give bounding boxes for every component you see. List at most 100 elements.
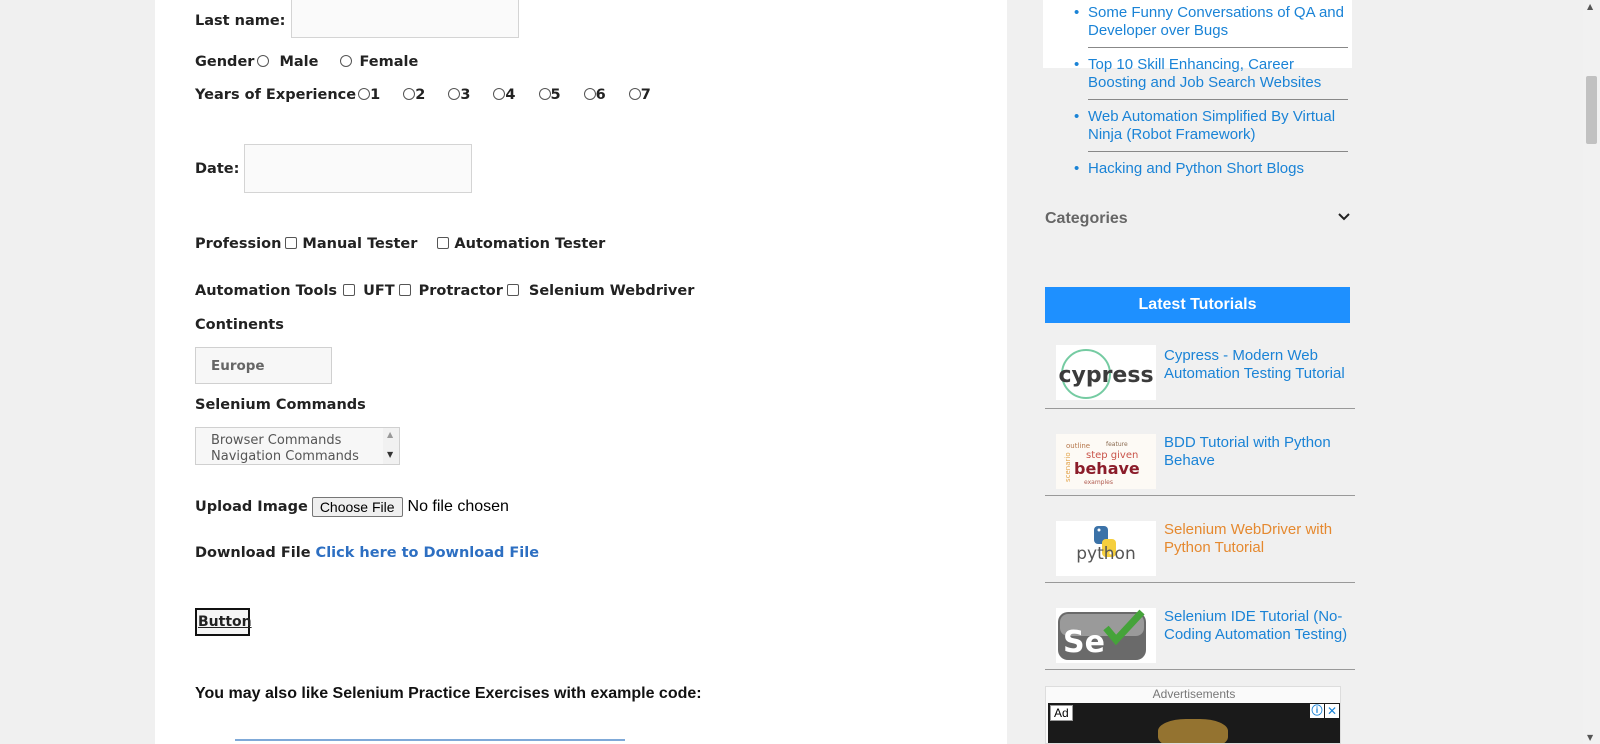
automation-tester-label: Automation Tester bbox=[454, 236, 606, 252]
experience-row: Years of Experience 1 2 3 4 5 6 7 bbox=[195, 87, 651, 103]
continents-row: Continents bbox=[195, 317, 284, 333]
protractor-checkbox[interactable] bbox=[398, 283, 411, 296]
experience-option-5: 5 bbox=[550, 87, 561, 103]
scroll-up-icon[interactable]: ▲ bbox=[1587, 2, 1593, 11]
svg-text:cypress: cypress bbox=[1058, 363, 1153, 388]
sidebar: Some Funny Conversations of QA and Devel… bbox=[1043, 0, 1373, 744]
last-name-row: Last name: bbox=[195, 0, 520, 42]
post-divider bbox=[1088, 47, 1348, 48]
categories-toggle[interactable]: Categories bbox=[1045, 208, 1350, 228]
gender-label: Gender bbox=[195, 54, 255, 70]
svg-text:python: python bbox=[1076, 544, 1135, 564]
uft-checkbox[interactable] bbox=[343, 283, 356, 296]
experience-radio-1[interactable] bbox=[358, 87, 371, 100]
profession-label: Profession bbox=[195, 236, 282, 252]
manual-tester-checkbox[interactable] bbox=[285, 236, 298, 249]
tutorial-item[interactable]: Se Selenium IDE Tutorial (No-Coding Auto… bbox=[1045, 582, 1355, 670]
selenium-ide-thumbnail: Se bbox=[1056, 608, 1156, 663]
continents-label: Continents bbox=[195, 317, 284, 333]
experience-option-6: 6 bbox=[595, 87, 606, 103]
scroll-down-icon[interactable]: ▼ bbox=[387, 450, 393, 459]
experience-radio-3[interactable] bbox=[448, 87, 461, 100]
commands-label: Selenium Commands bbox=[195, 397, 366, 413]
last-name-input[interactable] bbox=[291, 0, 520, 38]
date-row: Date: bbox=[195, 144, 473, 193]
experience-radio-2[interactable] bbox=[403, 87, 416, 100]
categories-label: Categories bbox=[1045, 210, 1128, 227]
ad-image bbox=[1158, 719, 1228, 743]
svg-text:examples: examples bbox=[1084, 479, 1113, 486]
also-like-heading: You may also like Selenium Practice Exer… bbox=[195, 685, 702, 702]
python-thumbnail: python bbox=[1056, 521, 1156, 576]
experience-radio-4[interactable] bbox=[493, 87, 506, 100]
recent-post-link[interactable]: Hacking and Python Short Blogs bbox=[1074, 160, 1348, 178]
selenium-webdriver-checkbox[interactable] bbox=[506, 283, 519, 296]
recent-post-link[interactable]: Web Automation Simplified By Virtual Nin… bbox=[1074, 108, 1348, 144]
scroll-up-icon[interactable]: ▲ bbox=[387, 430, 393, 439]
experience-radio-6[interactable] bbox=[583, 87, 596, 100]
svg-text:scenario: scenario bbox=[1064, 452, 1072, 482]
latest-tutorials-banner: Latest Tutorials bbox=[1045, 287, 1350, 323]
gender-female-label: Female bbox=[359, 54, 419, 70]
upload-row: Upload Image Choose File No file chosen bbox=[195, 497, 509, 517]
tutorial-item[interactable]: python Selenium WebDriver with Python Tu… bbox=[1045, 495, 1355, 583]
download-link[interactable]: Click here to Download File bbox=[316, 545, 540, 561]
post-divider bbox=[1088, 151, 1348, 152]
main-content: Last name: Gender Male Female Years of E… bbox=[155, 0, 1007, 744]
tutorial-item[interactable]: outline feature step given behave exampl… bbox=[1045, 408, 1355, 496]
tutorial-link[interactable]: Cypress - Modern Web Automation Testing … bbox=[1164, 347, 1354, 383]
uft-label: UFT bbox=[363, 283, 395, 299]
upload-label: Upload Image bbox=[195, 499, 308, 515]
cypress-thumbnail: cypress bbox=[1056, 345, 1156, 400]
tutorial-link[interactable]: BDD Tutorial with Python Behave bbox=[1164, 434, 1354, 470]
tools-row: Automation Tools UFT Protractor Selenium… bbox=[195, 283, 694, 299]
tutorial-item[interactable]: cypress Cypress - Modern Web Automation … bbox=[1045, 321, 1355, 409]
date-label: Date: bbox=[195, 160, 240, 177]
svg-text:outline: outline bbox=[1066, 442, 1090, 450]
recent-post-link[interactable]: Top 10 Skill Enhancing, Career Boosting … bbox=[1074, 56, 1348, 92]
svg-text:behave: behave bbox=[1074, 459, 1140, 478]
date-input[interactable] bbox=[244, 144, 473, 193]
info-icon[interactable]: ⓘ bbox=[1310, 704, 1324, 718]
selenium-webdriver-label: Selenium Webdriver bbox=[528, 283, 695, 299]
tutorial-link[interactable]: Selenium WebDriver with Python Tutorial bbox=[1164, 521, 1354, 557]
gender-female-radio[interactable] bbox=[340, 54, 353, 67]
commands-row: Selenium Commands bbox=[195, 397, 366, 413]
recent-post-link[interactable]: Some Funny Conversations of QA and Devel… bbox=[1074, 4, 1348, 40]
continents-selected-value: Europe bbox=[211, 358, 265, 374]
gender-male-radio[interactable] bbox=[257, 54, 270, 67]
commands-option-browser[interactable]: Browser Commands bbox=[211, 433, 341, 449]
experience-radio-5[interactable] bbox=[538, 87, 551, 100]
experience-option-3: 3 bbox=[460, 87, 471, 103]
profession-row: Profession Manual Tester Automation Test… bbox=[195, 236, 605, 252]
post-divider bbox=[1088, 99, 1348, 100]
close-icon[interactable]: ✕ bbox=[1325, 704, 1339, 718]
gender-male-label: Male bbox=[279, 54, 319, 70]
manual-tester-label: Manual Tester bbox=[302, 236, 418, 252]
also-like-link-partial[interactable] bbox=[235, 738, 635, 744]
svg-text:Se: Se bbox=[1063, 625, 1105, 660]
experience-radio-7[interactable] bbox=[628, 87, 641, 100]
svg-text:feature: feature bbox=[1106, 441, 1128, 448]
commands-option-navigation[interactable]: Navigation Commands bbox=[211, 449, 359, 464]
experience-option-7: 7 bbox=[640, 87, 651, 103]
protractor-label: Protractor bbox=[418, 283, 503, 299]
commands-scrollbar[interactable]: ▲ ▼ bbox=[383, 428, 399, 464]
continents-select[interactable]: Europe bbox=[195, 347, 332, 384]
ad-banner[interactable]: Ad ⓘ ✕ bbox=[1048, 703, 1340, 743]
commands-listbox[interactable]: Browser Commands Navigation Commands ▲ ▼ bbox=[195, 427, 400, 465]
behave-thumbnail: outline feature step given behave exampl… bbox=[1056, 434, 1156, 489]
last-name-label: Last name: bbox=[195, 13, 286, 29]
tutorial-link[interactable]: Selenium IDE Tutorial (No-Coding Automat… bbox=[1164, 608, 1354, 644]
form-button[interactable]: Button bbox=[195, 608, 252, 636]
experience-option-2: 2 bbox=[415, 87, 426, 103]
choose-file-button[interactable]: Choose File bbox=[311, 497, 403, 517]
gender-row: Gender Male Female bbox=[195, 54, 418, 70]
scroll-down-icon[interactable]: ▼ bbox=[1587, 733, 1593, 742]
latest-tutorials-label: Latest Tutorials bbox=[1138, 296, 1257, 313]
automation-tester-checkbox[interactable] bbox=[437, 236, 450, 249]
download-label: Download File bbox=[195, 545, 311, 561]
advertisements-label: Advertisements bbox=[1152, 687, 1236, 701]
page-scrollbar[interactable]: ▲ ▼ bbox=[1583, 0, 1600, 744]
scrollbar-thumb[interactable] bbox=[1586, 76, 1597, 144]
